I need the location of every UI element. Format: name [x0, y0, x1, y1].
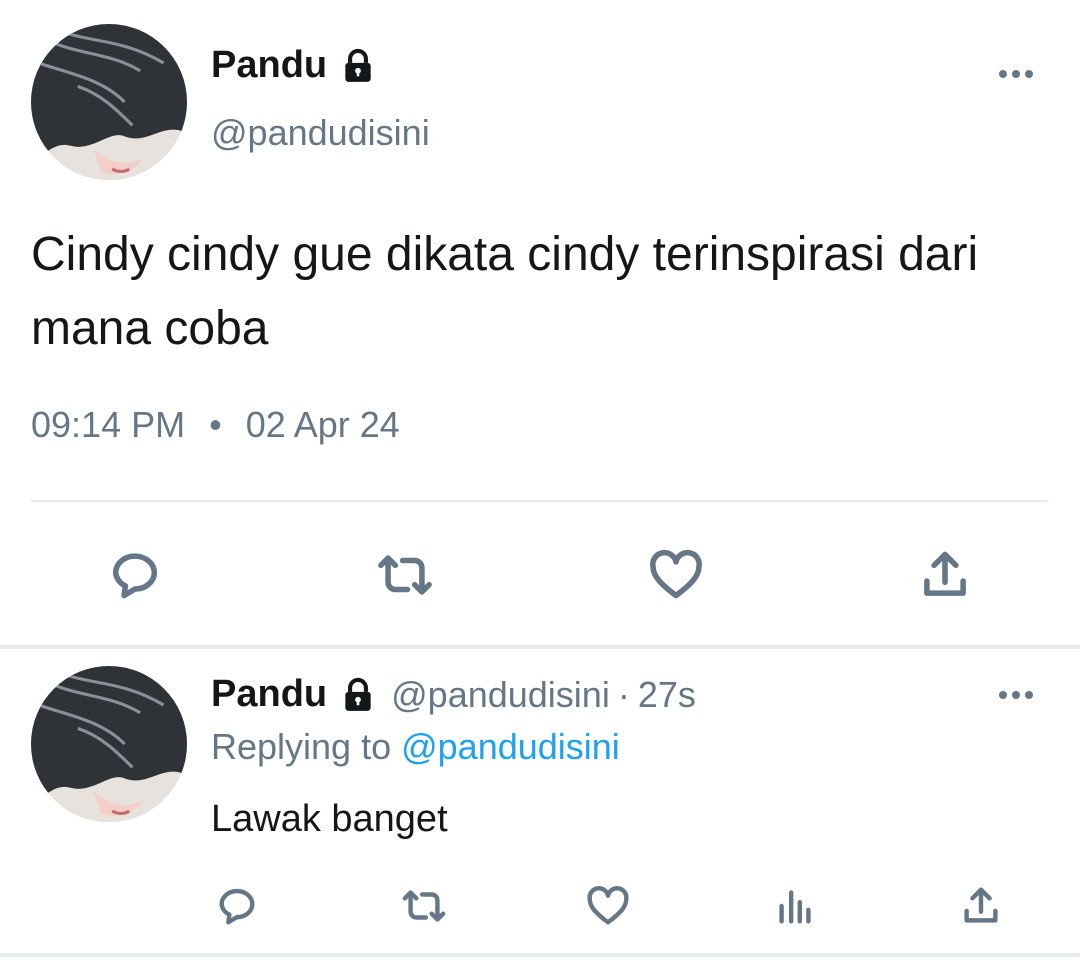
- tweet-separator: [0, 645, 1080, 649]
- tweet-separator: [0, 953, 1080, 957]
- share-button[interactable]: [956, 878, 1006, 934]
- retweet-icon: [378, 555, 432, 595]
- like-button[interactable]: [582, 878, 634, 934]
- reply-button[interactable]: [100, 540, 170, 610]
- like-button[interactable]: [640, 540, 712, 610]
- avatar[interactable]: [31, 24, 187, 180]
- meta-separator: ·: [617, 673, 630, 715]
- share-button[interactable]: [910, 540, 980, 610]
- tweet-age[interactable]: 27s: [638, 674, 696, 716]
- analytics-button[interactable]: [770, 878, 820, 934]
- author-handle[interactable]: @pandudisini: [391, 674, 610, 716]
- replying-to-prefix: Replying to: [211, 726, 402, 767]
- share-icon: [964, 887, 998, 923]
- lock-icon: [345, 677, 371, 711]
- author-handle[interactable]: @pandudisini: [211, 112, 430, 154]
- analytics-icon: [779, 890, 811, 924]
- tweet-date: 02 Apr 24: [245, 404, 400, 445]
- avatar-photo: [31, 24, 187, 180]
- reply-header: Pandu @pandudisini · 27s: [211, 673, 696, 716]
- reply-button[interactable]: [212, 878, 262, 934]
- lock-icon: [345, 48, 371, 82]
- share-icon: [924, 551, 966, 596]
- like-icon: [650, 549, 702, 599]
- tweet-text: Lawak banget: [211, 798, 448, 840]
- replying-to: Replying to @pandudisini: [211, 726, 620, 768]
- more-options-icon[interactable]: [996, 62, 1036, 86]
- tweet-actions: [0, 540, 1080, 610]
- more-options-icon[interactable]: [996, 683, 1036, 707]
- tweet-text: Cindy cindy gue dikata cindy terinspiras…: [31, 228, 979, 355]
- avatar[interactable]: [31, 666, 187, 822]
- author-name[interactable]: Pandu: [211, 673, 327, 716]
- retweet-button[interactable]: [368, 540, 442, 610]
- avatar-photo: [31, 666, 187, 822]
- tweet-time: 09:14 PM: [31, 404, 186, 445]
- reply-icon: [219, 888, 255, 925]
- divider: [31, 500, 1049, 502]
- retweet-button[interactable]: [396, 878, 452, 934]
- meta-separator: •: [209, 404, 222, 445]
- retweet-icon: [402, 890, 446, 922]
- like-icon: [587, 886, 629, 925]
- author-name[interactable]: Pandu: [211, 44, 377, 87]
- tweet-timestamp: 09:14 PM • 02 Apr 24: [31, 404, 400, 446]
- replying-to-handle-link[interactable]: @pandudisini: [401, 726, 620, 767]
- tweet-actions: [0, 878, 1080, 938]
- reply-icon: [112, 553, 158, 599]
